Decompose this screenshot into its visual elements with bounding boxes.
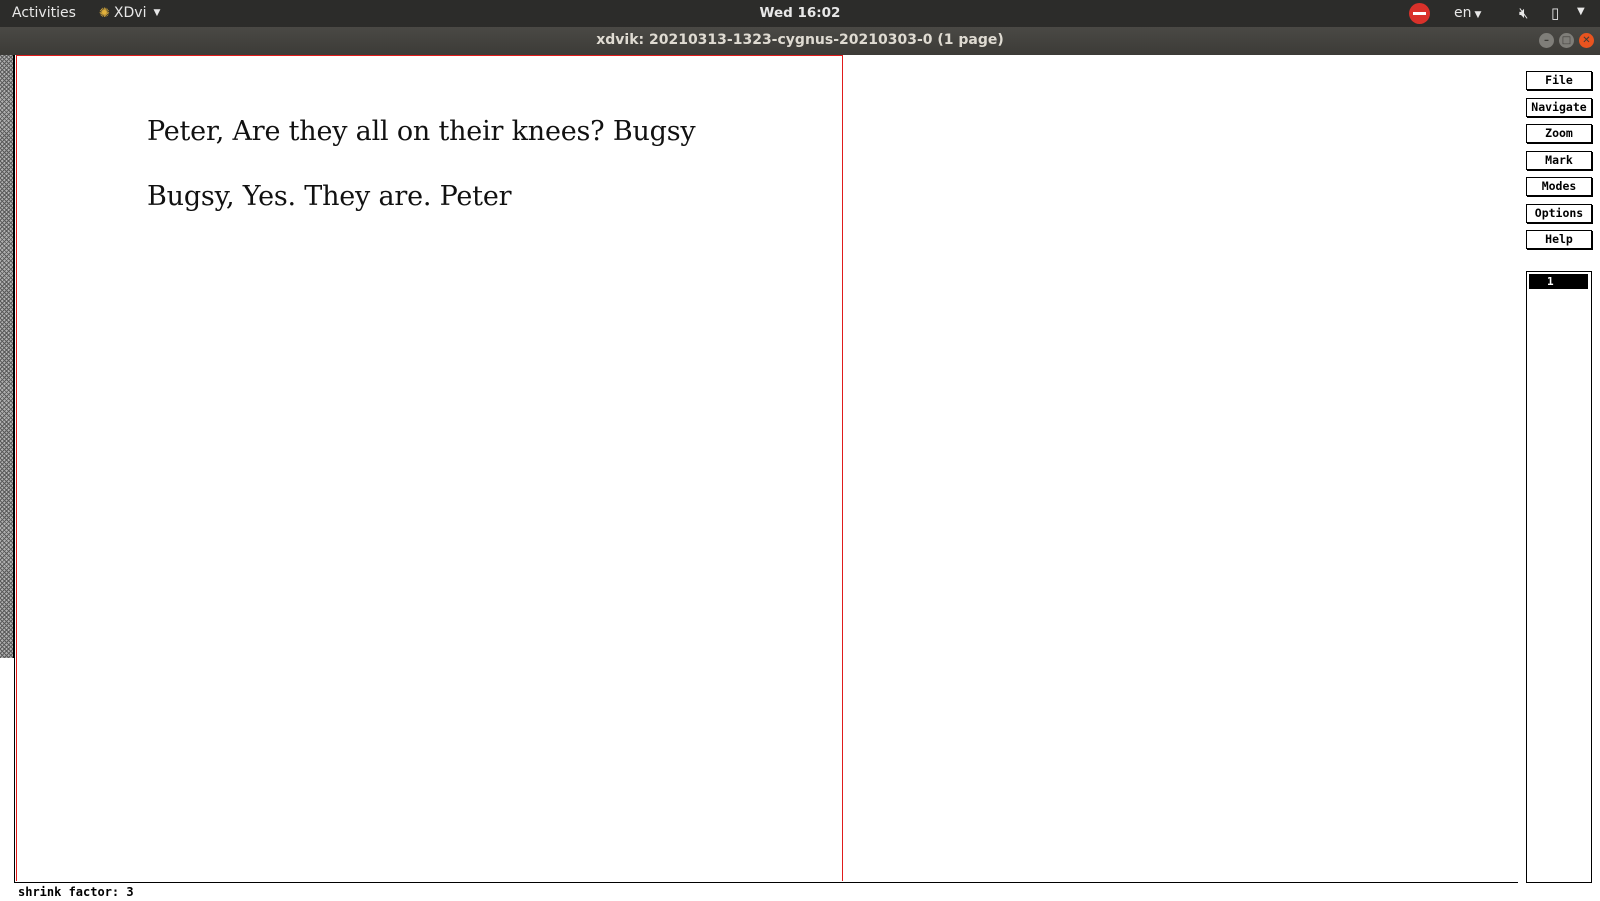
- vertical-scrollbar[interactable]: [0, 55, 14, 658]
- do-not-disturb-icon[interactable]: [1409, 3, 1430, 24]
- volume-muted-icon[interactable]: 🔇︎: [1519, 4, 1528, 22]
- system-top-bar: Activities ✺ XDvi ▼ Wed 16:02 en ▼ 🔇︎ ▯ ▼: [0, 0, 1600, 27]
- mark-button[interactable]: Mark: [1526, 151, 1592, 170]
- command-panel: File Navigate Zoom Mark Modes Options He…: [1519, 55, 1600, 900]
- maximize-button[interactable]: □: [1559, 33, 1574, 48]
- document-view[interactable]: Peter, Are they all on their knees? Bugs…: [14, 55, 1520, 882]
- page-list-item[interactable]: 1: [1529, 274, 1588, 289]
- document-text-line: Peter, Are they all on their knees? Bugs…: [147, 116, 696, 147]
- help-button[interactable]: Help: [1526, 230, 1592, 249]
- page-list[interactable]: 1: [1526, 271, 1592, 883]
- document-text-line: Bugsy, Yes. They are. Peter: [147, 181, 512, 212]
- zoom-button[interactable]: Zoom: [1526, 124, 1592, 143]
- navigate-button[interactable]: Navigate: [1526, 98, 1592, 117]
- battery-icon[interactable]: ▯: [1551, 4, 1559, 22]
- status-line: shrink factor: 3: [14, 882, 1518, 901]
- chevron-down-icon: ▼: [1474, 10, 1482, 20]
- status-text: shrink factor: 3: [18, 885, 134, 899]
- minimize-button[interactable]: –: [1539, 33, 1554, 48]
- clock[interactable]: Wed 16:02: [0, 5, 1600, 21]
- modes-button[interactable]: Modes: [1526, 177, 1592, 196]
- system-menu-chevron-icon[interactable]: ▼: [1577, 6, 1585, 17]
- window-title-bar[interactable]: xdvik: 20210313-1323-cygnus-20210303-0 (…: [0, 27, 1600, 55]
- window-title: xdvik: 20210313-1323-cygnus-20210303-0 (…: [596, 32, 1004, 48]
- language-label: en: [1454, 5, 1472, 21]
- file-button[interactable]: File: [1526, 71, 1592, 90]
- options-button[interactable]: Options: [1526, 204, 1592, 223]
- close-button[interactable]: ✕: [1579, 33, 1594, 48]
- language-indicator[interactable]: en ▼: [1454, 5, 1481, 21]
- dvi-page: Peter, Are they all on their knees? Bugs…: [16, 55, 843, 881]
